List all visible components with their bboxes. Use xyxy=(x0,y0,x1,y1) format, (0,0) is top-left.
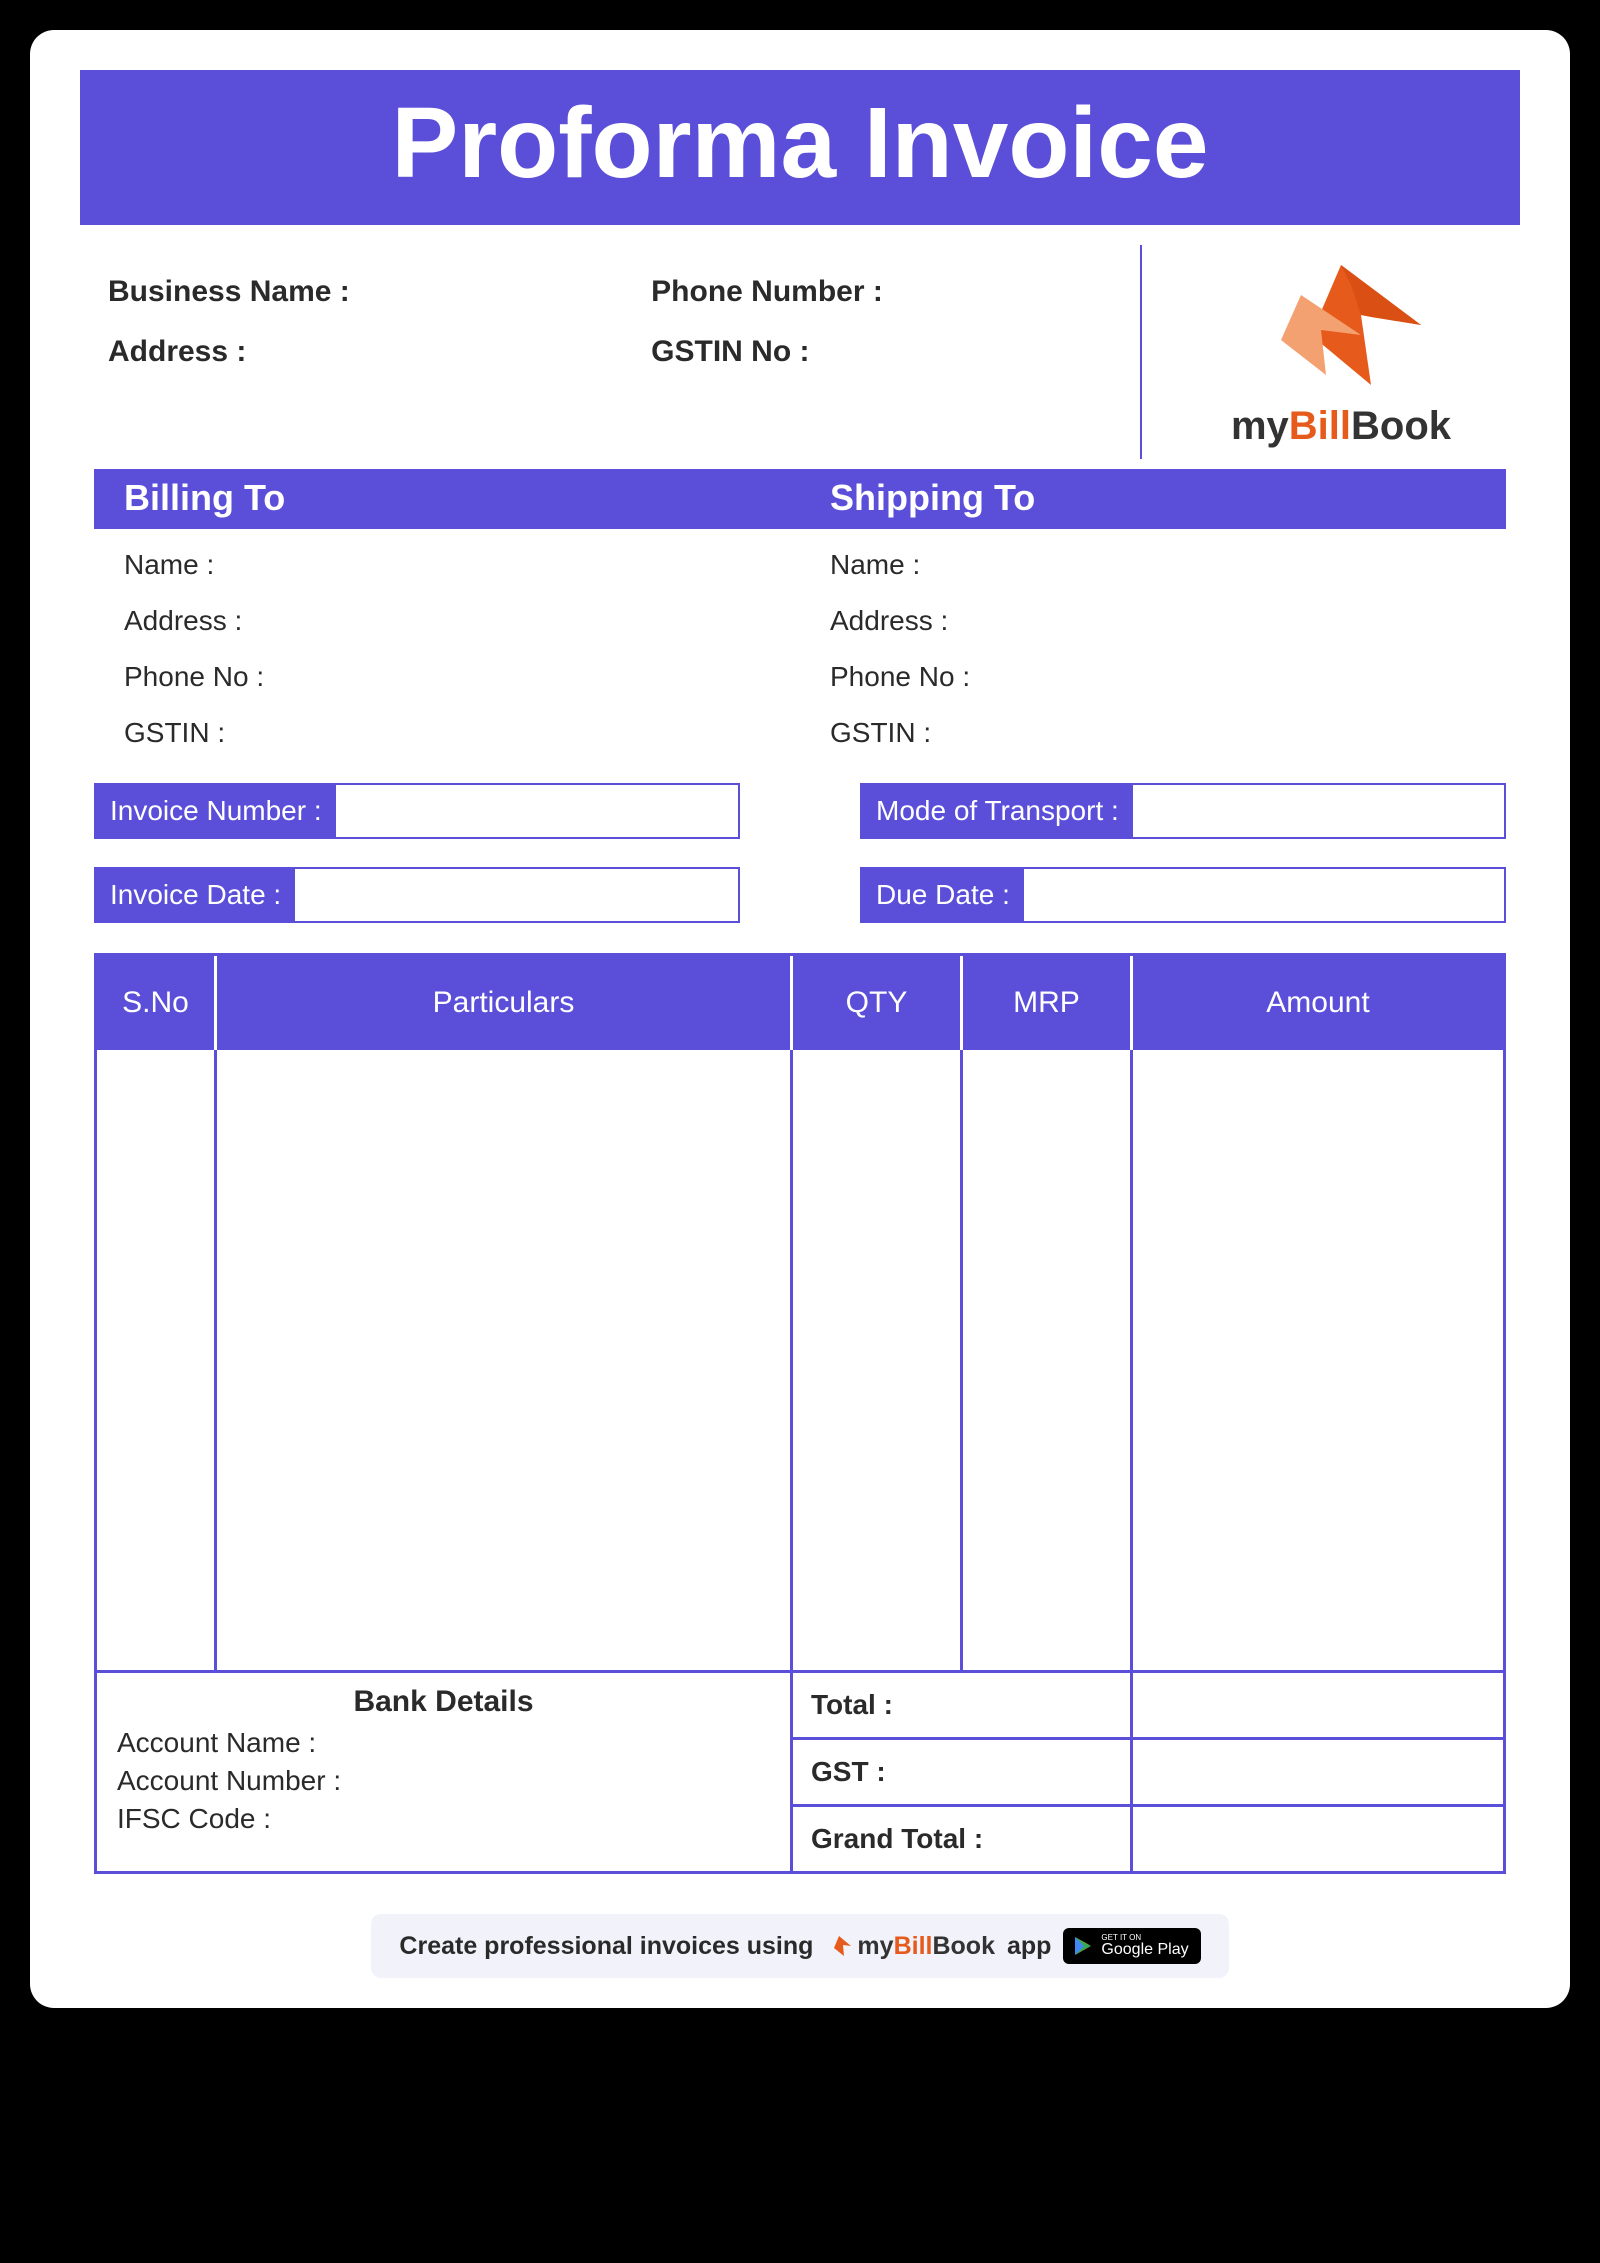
th-qty: QTY xyxy=(793,956,963,1050)
shipping-column: Name : Address : Phone No : GSTIN : xyxy=(800,549,1506,773)
gst-row: GST : xyxy=(793,1740,1503,1807)
footer-app-text: app xyxy=(1007,1932,1051,1961)
col-mrp-body xyxy=(963,1050,1133,1670)
logo-bill: Bill xyxy=(1289,404,1351,448)
billing-heading: Billing To xyxy=(94,477,800,519)
business-address-label: Address : xyxy=(108,335,651,369)
invoice-date-input[interactable] xyxy=(295,869,738,921)
business-phone-label: Phone Number : xyxy=(651,275,1140,309)
invoice-number-input[interactable] xyxy=(336,785,738,837)
billing-name-label: Name : xyxy=(124,549,800,581)
footer-table: Bank Details Account Name : Account Numb… xyxy=(94,1670,1506,1874)
input-row-2: Invoice Date : Due Date : xyxy=(80,867,1520,923)
logo-my: my xyxy=(1231,404,1289,448)
bank-ifsc: IFSC Code : xyxy=(117,1803,770,1835)
bank-details: Bank Details Account Name : Account Numb… xyxy=(97,1673,793,1871)
invoice-number-label: Invoice Number : xyxy=(96,785,336,837)
col-amount-body xyxy=(1133,1050,1503,1670)
logo-text: myBillBook xyxy=(1231,404,1451,449)
grand-total-row: Grand Total : xyxy=(793,1807,1503,1871)
mini-logo: myBillBook xyxy=(825,1932,995,1961)
invoice-page: Proforma Invoice Business Name : Address… xyxy=(30,30,1570,2008)
th-amount: Amount xyxy=(1133,956,1503,1050)
table-body xyxy=(97,1050,1503,1670)
items-table: S.No Particulars QTY MRP Amount xyxy=(94,953,1506,1670)
business-name-label: Business Name : xyxy=(108,275,651,309)
total-row: Total : xyxy=(793,1673,1503,1740)
arrow-icon xyxy=(1251,255,1431,395)
table-header: S.No Particulars QTY MRP Amount xyxy=(97,956,1503,1050)
th-mrp: MRP xyxy=(963,956,1133,1050)
transport-box: Mode of Transport : xyxy=(860,783,1506,839)
shipping-gstin-label: GSTIN : xyxy=(830,717,1506,749)
mini-logo-book: Book xyxy=(932,1932,995,1960)
play-icon xyxy=(1073,1935,1093,1957)
address-columns: Name : Address : Phone No : GSTIN : Name… xyxy=(80,529,1520,783)
col-qty-body xyxy=(793,1050,963,1670)
input-row-1: Invoice Number : Mode of Transport : xyxy=(80,783,1520,839)
page-title: Proforma Invoice xyxy=(80,70,1520,225)
billing-phone-label: Phone No : xyxy=(124,661,800,693)
arrow-icon xyxy=(825,1934,853,1958)
transport-label: Mode of Transport : xyxy=(862,785,1133,837)
col-sno-body xyxy=(97,1050,217,1670)
business-header: Business Name : Address : Phone Number :… xyxy=(80,225,1520,469)
col-particulars-body xyxy=(217,1050,793,1670)
bank-title: Bank Details xyxy=(117,1685,770,1719)
bank-account-number: Account Number : xyxy=(117,1765,770,1797)
billing-address-label: Address : xyxy=(124,605,800,637)
logo: myBillBook xyxy=(1231,255,1451,449)
section-header: Billing To Shipping To xyxy=(94,469,1506,529)
billing-column: Name : Address : Phone No : GSTIN : xyxy=(94,549,800,773)
gst-label: GST : xyxy=(793,1740,1133,1804)
gplay-big-text: Google Play xyxy=(1101,1942,1188,1958)
footer-banner: Create professional invoices using myBil… xyxy=(371,1914,1228,1978)
grand-total-value xyxy=(1133,1807,1503,1871)
th-sno: S.No xyxy=(97,956,217,1050)
total-label: Total : xyxy=(793,1673,1133,1737)
shipping-heading: Shipping To xyxy=(800,477,1506,519)
invoice-date-label: Invoice Date : xyxy=(96,869,295,921)
business-gstin-label: GSTIN No : xyxy=(651,335,1140,369)
shipping-phone-label: Phone No : xyxy=(830,661,1506,693)
transport-input[interactable] xyxy=(1133,785,1504,837)
shipping-address-label: Address : xyxy=(830,605,1506,637)
mini-logo-my: my xyxy=(857,1932,893,1960)
billing-gstin-label: GSTIN : xyxy=(124,717,800,749)
totals-column: Total : GST : Grand Total : xyxy=(793,1673,1503,1871)
invoice-number-box: Invoice Number : xyxy=(94,783,740,839)
due-date-box: Due Date : xyxy=(860,867,1506,923)
total-value xyxy=(1133,1673,1503,1737)
due-date-input[interactable] xyxy=(1024,869,1504,921)
gst-value xyxy=(1133,1740,1503,1804)
th-particulars: Particulars xyxy=(217,956,793,1050)
grand-total-label: Grand Total : xyxy=(793,1807,1133,1871)
logo-book: Book xyxy=(1351,404,1451,448)
due-date-label: Due Date : xyxy=(862,869,1024,921)
google-play-badge[interactable]: GET IT ON Google Play xyxy=(1063,1928,1200,1964)
shipping-name-label: Name : xyxy=(830,549,1506,581)
footer-pre-text: Create professional invoices using xyxy=(399,1932,813,1961)
bank-account-name: Account Name : xyxy=(117,1727,770,1759)
mini-logo-bill: Bill xyxy=(894,1932,933,1960)
invoice-date-box: Invoice Date : xyxy=(94,867,740,923)
